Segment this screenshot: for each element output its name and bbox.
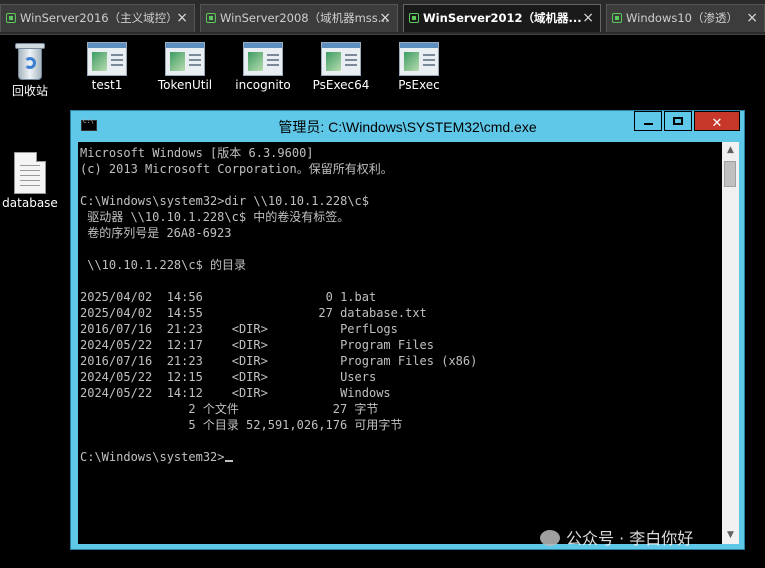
scroll-up-arrow-icon[interactable]: ▲ (722, 142, 739, 159)
desktop-icon-label: PsExec (398, 78, 440, 92)
close-icon: ✕ (711, 116, 723, 131)
console-line: 2016/07/16 21:23 <DIR> Program Files (x8… (80, 354, 478, 368)
console-line: \\10.10.1.228\c$ 的目录 (80, 258, 247, 272)
desktop-icon-label: database (2, 196, 58, 210)
wechat-logo-icon (540, 530, 560, 546)
application-icon (399, 42, 439, 76)
application-icon (243, 42, 283, 76)
vm-icon (612, 13, 622, 23)
minimize-button[interactable] (634, 111, 662, 131)
tab-label: WinServer2016（主义域控） (20, 11, 178, 25)
desktop-icon-label: 回收站 (11, 84, 48, 98)
console-prompt: C:\Windows\system32> (80, 450, 225, 464)
console-line: 卷的序列号是 26A8-6923 (80, 226, 232, 240)
console-line: 2025/04/02 14:56 0 1.bat (80, 290, 377, 304)
vm-icon (206, 13, 216, 23)
tab-windows10[interactable]: Windows10（渗透） × (606, 4, 765, 32)
text-cursor (224, 460, 233, 462)
desktop-icon-label: TokenUtil (157, 78, 213, 92)
vm-icon (6, 13, 16, 23)
console-line: 驱动器 \\10.10.1.228\c$ 中的卷没有标签。 (80, 210, 350, 224)
console-line: Microsoft Windows [版本 6.3.9600] (80, 146, 314, 160)
desktop-icon-tokenutil[interactable]: TokenUtil (150, 42, 220, 92)
cmd-title-bar[interactable]: 管理员: C:\Windows\SYSTEM32\cmd.exe ✕ (71, 111, 744, 141)
tab-winserver2008[interactable]: WinServer2008（域机器mss... × (200, 4, 398, 32)
console-line: 2024/05/22 14:12 <DIR> Windows (80, 386, 391, 400)
tab-close-icon[interactable]: × (379, 5, 391, 31)
watermark: 公众号 · 李白你好 (540, 525, 693, 549)
tab-label: WinServer2008（域机器mss... (220, 11, 389, 25)
vm-tab-bar: WinServer2016（主义域控） × WinServer2008（域机器m… (0, 0, 765, 35)
maximize-button[interactable] (664, 111, 692, 131)
tab-close-icon[interactable]: × (746, 5, 758, 31)
console-output[interactable]: Microsoft Windows [版本 6.3.9600] (c) 2013… (78, 142, 722, 544)
desktop-icon-label: PsExec64 (312, 78, 370, 92)
minimize-icon (644, 123, 653, 125)
watermark-text: 公众号 · 李白你好 (566, 529, 694, 548)
vertical-scrollbar[interactable]: ▲ ▼ (722, 142, 739, 544)
console-line: 2016/07/16 21:23 <DIR> PerfLogs (80, 322, 398, 336)
scroll-down-arrow-icon[interactable]: ▼ (722, 527, 739, 544)
tab-label: WinServer2012（域机器... (423, 11, 582, 25)
recycle-bin-icon (13, 40, 47, 80)
tab-winserver2016[interactable]: WinServer2016（主义域控） × (0, 4, 195, 32)
console-line: 2025/04/02 14:55 27 database.txt (80, 306, 427, 320)
scrollbar-thumb[interactable] (724, 161, 736, 187)
console-line: C:\Windows\system32>dir \\10.10.1.228\c$ (80, 194, 369, 208)
cmd-window: 管理员: C:\Windows\SYSTEM32\cmd.exe ✕ Micro… (70, 110, 745, 550)
close-button[interactable]: ✕ (694, 111, 740, 131)
desktop-icon-test1[interactable]: test1 (72, 42, 142, 92)
tab-label: Windows10（渗透） (626, 11, 738, 25)
vm-icon (409, 13, 419, 23)
tab-close-icon[interactable]: × (582, 5, 594, 31)
desktop-icon-incognito[interactable]: incognito (228, 42, 298, 92)
desktop-icon-database[interactable]: database (0, 152, 65, 210)
maximize-icon (673, 117, 683, 125)
application-icon (165, 42, 205, 76)
console-line: 2 个文件 27 字节 (80, 402, 379, 416)
desktop-icon-psexec64[interactable]: PsExec64 (306, 42, 376, 92)
console-line: (c) 2013 Microsoft Corporation。保留所有权利。 (80, 162, 393, 176)
desktop-icon-label: test1 (91, 78, 123, 92)
console-line: 2024/05/22 12:17 <DIR> Program Files (80, 338, 435, 352)
application-icon (87, 42, 127, 76)
text-document-icon (14, 152, 46, 194)
tab-winserver2012[interactable]: WinServer2012（域机器... × (403, 4, 601, 32)
console-line: 2024/05/22 12:15 <DIR> Users (80, 370, 377, 384)
desktop-icon-label: incognito (235, 78, 291, 92)
console-line: 5 个目录 52,591,026,176 可用字节 (80, 418, 403, 432)
desktop-icon-recycle-bin[interactable]: 回收站 (0, 40, 65, 99)
application-icon (321, 42, 361, 76)
console-text: Microsoft Windows [版本 6.3.9600] (c) 2013… (78, 142, 722, 465)
tab-close-icon[interactable]: × (176, 5, 188, 31)
desktop-icon-psexec[interactable]: PsExec (384, 42, 454, 92)
